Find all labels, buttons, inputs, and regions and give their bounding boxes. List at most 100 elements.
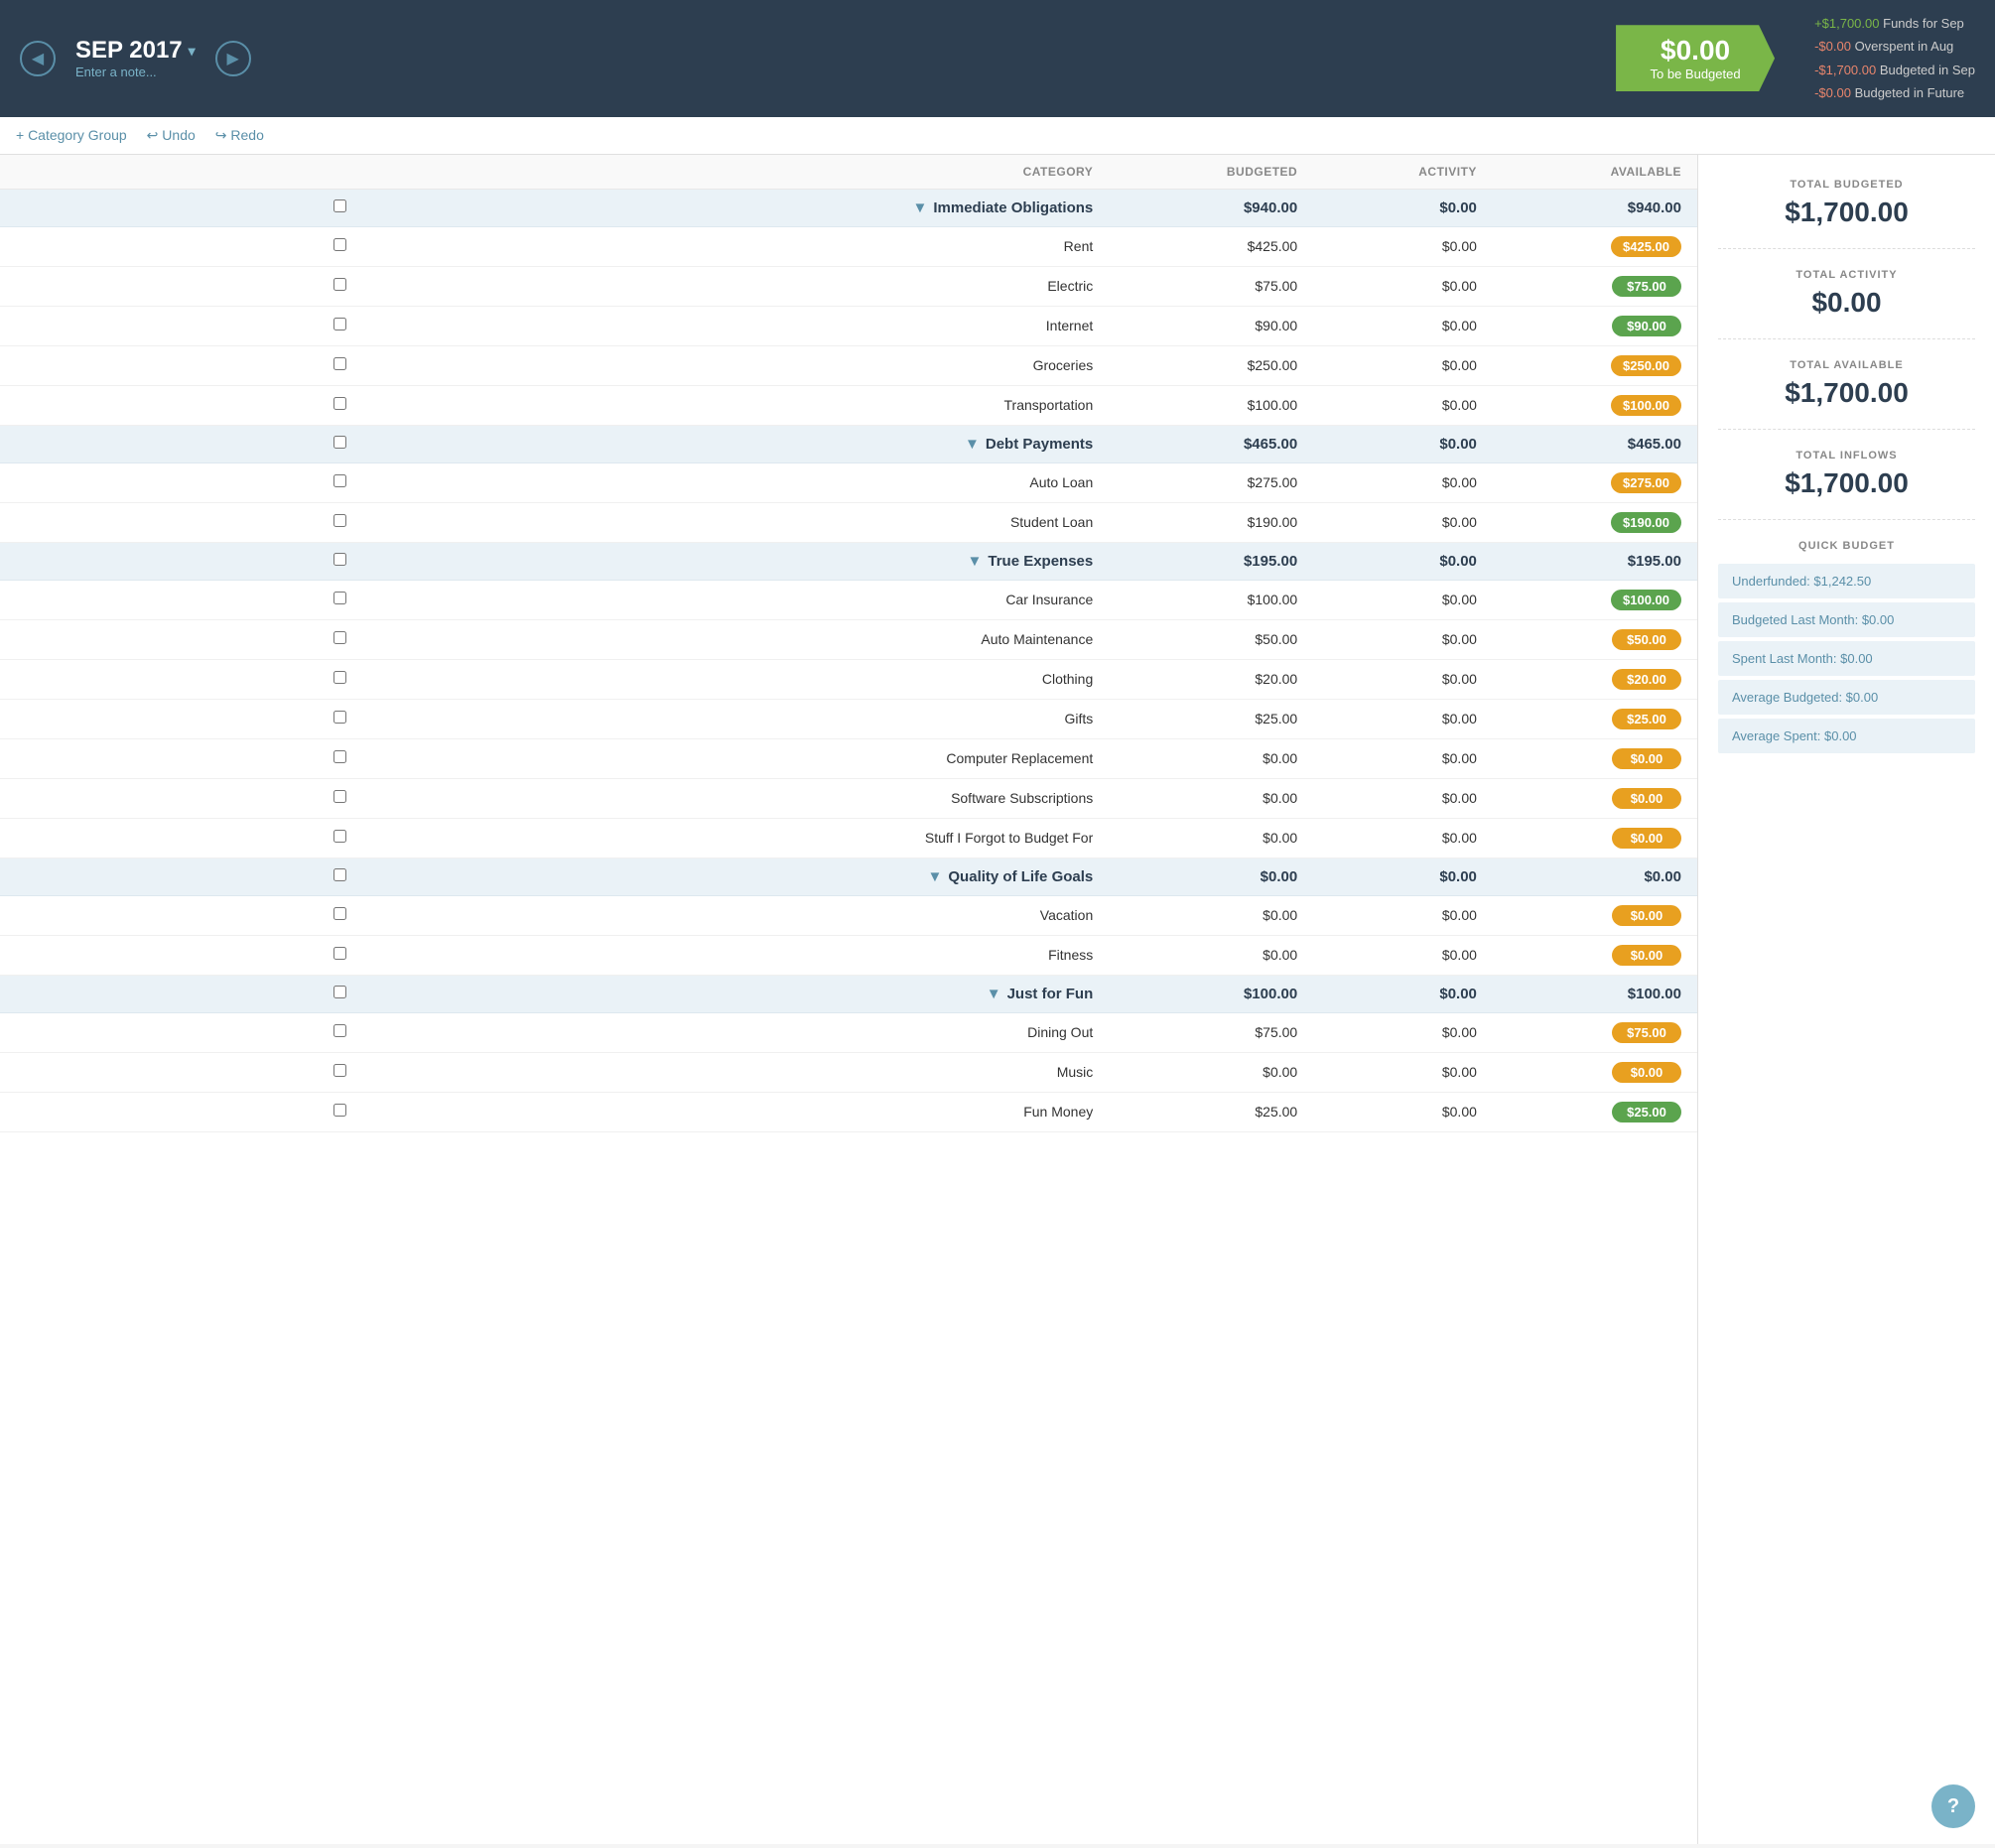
item-checkbox[interactable] [333, 830, 346, 843]
table-row: Stuff I Forgot to Budget For $0.00 $0.00… [0, 818, 1697, 858]
quick-budget-item[interactable]: Underfunded: $1,242.50 [1718, 564, 1975, 598]
item-budgeted[interactable]: $0.00 [1109, 1052, 1313, 1092]
group-row[interactable]: ▼Debt Payments $465.00 $0.00 $465.00 [0, 425, 1697, 462]
item-budgeted[interactable]: $0.00 [1109, 818, 1313, 858]
item-available: $190.00 [1493, 502, 1697, 542]
prev-month-button[interactable]: ◀ [20, 41, 56, 76]
item-checkbox[interactable] [333, 592, 346, 604]
item-checkbox[interactable] [333, 631, 346, 644]
item-budgeted[interactable]: $0.00 [1109, 935, 1313, 975]
table-row: Transportation $100.00 $0.00 $100.00 [0, 385, 1697, 425]
item-budgeted[interactable]: $0.00 [1109, 895, 1313, 935]
info-line-3: -$1,700.00 Budgeted in Sep [1814, 59, 1975, 81]
total-available-block: TOTAL AVAILABLE $1,700.00 [1718, 359, 1975, 430]
redo-button[interactable]: ↪ Redo [215, 127, 264, 144]
month-note[interactable]: Enter a note... [75, 65, 157, 79]
group-row[interactable]: ▼Just for Fun $100.00 $0.00 $100.00 [0, 975, 1697, 1012]
group-row[interactable]: ▼Immediate Obligations $940.00 $0.00 $94… [0, 189, 1697, 226]
table-row: Student Loan $190.00 $0.00 $190.00 [0, 502, 1697, 542]
quick-budget-item[interactable]: Average Budgeted: $0.00 [1718, 680, 1975, 715]
item-budgeted[interactable]: $275.00 [1109, 462, 1313, 502]
item-available: $0.00 [1493, 778, 1697, 818]
item-activity: $0.00 [1313, 659, 1493, 699]
item-budgeted[interactable]: $190.00 [1109, 502, 1313, 542]
info-label-3: Budgeted in Sep [1880, 63, 1975, 77]
item-checkbox[interactable] [333, 278, 346, 291]
table-row: Electric $75.00 $0.00 $75.00 [0, 266, 1697, 306]
item-budgeted[interactable]: $100.00 [1109, 385, 1313, 425]
group-checkbox[interactable] [333, 553, 346, 566]
item-budgeted[interactable]: $250.00 [1109, 345, 1313, 385]
info-line-1: +$1,700.00 Funds for Sep [1814, 12, 1975, 35]
redo-label: ↪ Redo [215, 127, 264, 144]
total-budgeted-value: $1,700.00 [1718, 197, 1975, 228]
group-row[interactable]: ▼True Expenses $195.00 $0.00 $195.00 [0, 542, 1697, 580]
quick-budget-item[interactable]: Spent Last Month: $0.00 [1718, 641, 1975, 676]
item-checkbox[interactable] [333, 514, 346, 527]
total-inflows-block: TOTAL INFLOWS $1,700.00 [1718, 450, 1975, 520]
item-budgeted[interactable]: $75.00 [1109, 266, 1313, 306]
item-name: Clothing [679, 659, 1109, 699]
item-activity: $0.00 [1313, 738, 1493, 778]
item-checkbox[interactable] [333, 790, 346, 803]
item-checkbox[interactable] [333, 907, 346, 920]
col-activity: ACTIVITY [1313, 155, 1493, 190]
group-collapse-icon[interactable]: ▼ [965, 436, 980, 453]
item-activity: $0.00 [1313, 226, 1493, 266]
undo-button[interactable]: ↩ Undo [147, 127, 196, 144]
item-budgeted[interactable]: $0.00 [1109, 778, 1313, 818]
item-available: $20.00 [1493, 659, 1697, 699]
item-checkbox[interactable] [333, 397, 346, 410]
item-checkbox[interactable] [333, 474, 346, 487]
next-month-button[interactable]: ▶ [215, 41, 251, 76]
group-collapse-icon[interactable]: ▼ [968, 553, 983, 570]
group-checkbox[interactable] [333, 436, 346, 449]
item-budgeted[interactable]: $20.00 [1109, 659, 1313, 699]
group-checkbox[interactable] [333, 986, 346, 998]
group-collapse-icon[interactable]: ▼ [928, 868, 943, 885]
to-be-budgeted-amount: $0.00 [1661, 35, 1730, 66]
group-row[interactable]: ▼Quality of Life Goals $0.00 $0.00 $0.00 [0, 858, 1697, 895]
item-activity: $0.00 [1313, 935, 1493, 975]
item-available: $75.00 [1493, 266, 1697, 306]
item-checkbox[interactable] [333, 238, 346, 251]
item-checkbox[interactable] [333, 671, 346, 684]
help-button[interactable]: ? [1931, 1784, 1975, 1828]
group-collapse-icon[interactable]: ▼ [913, 199, 928, 216]
item-activity: $0.00 [1313, 778, 1493, 818]
month-dropdown-arrow[interactable]: ▾ [189, 43, 196, 60]
month-section: SEP 2017 ▾ Enter a note... [75, 37, 196, 79]
item-checkbox[interactable] [333, 318, 346, 330]
item-checkbox[interactable] [333, 947, 346, 960]
quick-budget-item[interactable]: Average Spent: $0.00 [1718, 719, 1975, 753]
item-activity: $0.00 [1313, 502, 1493, 542]
table-row: Fitness $0.00 $0.00 $0.00 [0, 935, 1697, 975]
group-checkbox[interactable] [333, 199, 346, 212]
item-budgeted[interactable]: $25.00 [1109, 1092, 1313, 1131]
add-category-group-button[interactable]: + Category Group [16, 127, 127, 143]
table-row: Vacation $0.00 $0.00 $0.00 [0, 895, 1697, 935]
item-checkbox[interactable] [333, 1064, 346, 1077]
quick-budget-item[interactable]: Budgeted Last Month: $0.00 [1718, 602, 1975, 637]
header: ◀ SEP 2017 ▾ Enter a note... ▶ $0.00 To … [0, 0, 1995, 117]
item-budgeted[interactable]: $25.00 [1109, 699, 1313, 738]
group-checkbox[interactable] [333, 868, 346, 881]
item-budgeted[interactable]: $50.00 [1109, 619, 1313, 659]
item-budgeted[interactable]: $425.00 [1109, 226, 1313, 266]
month-label: SEP 2017 [75, 37, 183, 65]
item-budgeted[interactable]: $75.00 [1109, 1012, 1313, 1052]
item-checkbox[interactable] [333, 1024, 346, 1037]
total-activity-label: TOTAL ACTIVITY [1718, 269, 1975, 281]
group-collapse-icon[interactable]: ▼ [987, 986, 1001, 1002]
total-inflows-value: $1,700.00 [1718, 467, 1975, 499]
item-name: Stuff I Forgot to Budget For [679, 818, 1109, 858]
item-budgeted[interactable]: $0.00 [1109, 738, 1313, 778]
item-checkbox[interactable] [333, 750, 346, 763]
item-checkbox[interactable] [333, 1104, 346, 1117]
item-activity: $0.00 [1313, 699, 1493, 738]
item-name: Computer Replacement [679, 738, 1109, 778]
item-budgeted[interactable]: $100.00 [1109, 580, 1313, 619]
item-checkbox[interactable] [333, 357, 346, 370]
item-budgeted[interactable]: $90.00 [1109, 306, 1313, 345]
item-checkbox[interactable] [333, 711, 346, 724]
